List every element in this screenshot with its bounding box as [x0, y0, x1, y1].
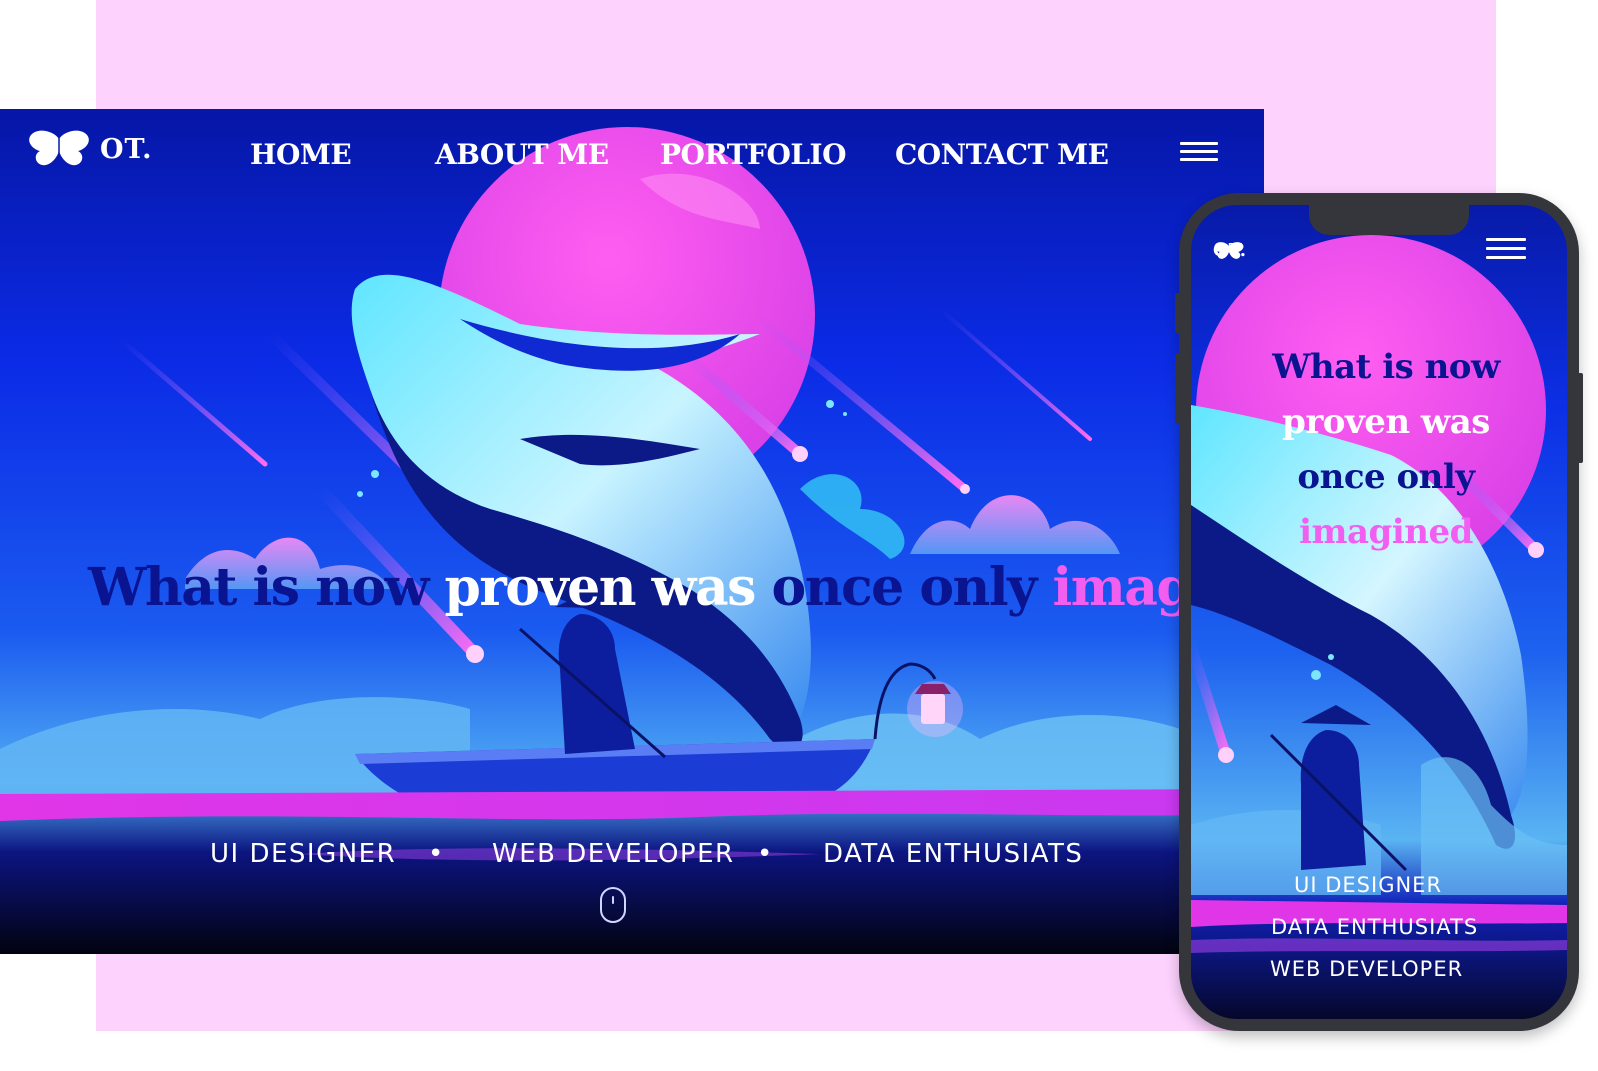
logo-text: OT. [100, 133, 153, 165]
phone-screen: OT. What is now proven was once only ima… [1191, 205, 1567, 1019]
phone-headline-line-2: proven was [1282, 402, 1490, 442]
desktop-navbar: OT. HOME ABOUT ME PORTFOLIO CONTACT ME [0, 109, 1264, 199]
nav-link-contact-me[interactable]: CONTACT ME [895, 138, 1109, 171]
hamburger-menu-icon[interactable] [1180, 142, 1218, 164]
phone-role-data-enthusiats: DATA ENTHUSIATS [1271, 915, 1479, 939]
desktop-logo[interactable]: OT. [26, 129, 153, 169]
roles-bar: UI DESIGNER • WEB DEVELOPER • DATA ENTHU… [210, 839, 1110, 879]
hamburger-menu-icon[interactable] [1486, 238, 1526, 260]
phone-hero-headline: What is now proven was once only imagine… [1236, 340, 1536, 560]
butterfly-icon [1214, 242, 1244, 259]
headline-part-1: What is now [88, 557, 429, 618]
headline-part-3: once only [771, 557, 1038, 618]
role-ui-designer: UI DESIGNER [210, 839, 397, 869]
desktop-mockup: OT. HOME ABOUT ME PORTFOLIO CONTACT ME W… [0, 109, 1264, 954]
nav-link-portfolio[interactable]: PORTFOLIO [660, 138, 847, 171]
phone-role-web-developer: WEB DEVELOPER [1270, 957, 1464, 981]
hero-headline: What is now proven was once only imagine… [88, 557, 1264, 618]
phone-headline-line-3: once only [1297, 457, 1475, 497]
phone-side-button [1175, 293, 1180, 333]
nav-link-home[interactable]: HOME [250, 138, 352, 171]
phone-notch [1309, 205, 1469, 235]
role-web-developer: WEB DEVELOPER [492, 839, 735, 869]
hero-illustration [0, 127, 1264, 861]
phone-volume-button [1175, 353, 1180, 423]
mouse-scroll-icon[interactable] [600, 887, 626, 923]
role-separator: • [428, 839, 445, 869]
phone-role-ui-designer: UI DESIGNER [1294, 873, 1443, 897]
phone-headline-line-1: What is now [1272, 347, 1500, 387]
phone-logo[interactable]: OT. [1213, 240, 1246, 261]
phone-mockup: OT. What is now proven was once only ima… [1175, 193, 1583, 1031]
nav-link-about-me[interactable]: ABOUT ME [435, 138, 609, 171]
headline-part-2: proven was [444, 557, 757, 618]
role-data-enthusiats: DATA ENTHUSIATS [823, 839, 1084, 869]
role-separator: • [757, 839, 774, 869]
butterfly-icon [29, 130, 89, 166]
phone-power-button [1578, 373, 1583, 463]
phone-headline-line-4: imagined [1299, 512, 1473, 552]
